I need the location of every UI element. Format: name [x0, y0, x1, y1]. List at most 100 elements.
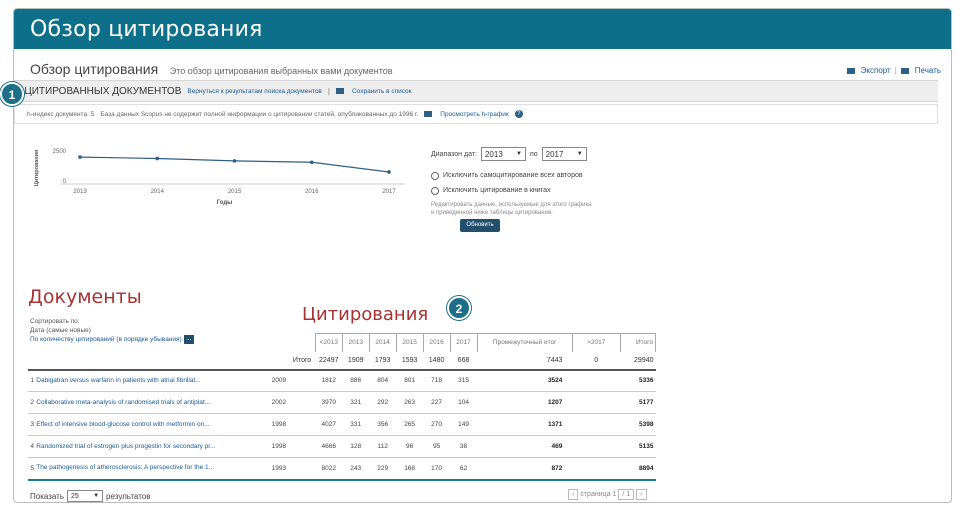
col-header: 2015	[395, 333, 424, 352]
subtotal-cell: 1207	[477, 391, 573, 414]
callout-badge-2: 2	[447, 296, 471, 320]
total-cell: 1793	[369, 351, 397, 371]
results-label: результатов	[106, 491, 151, 501]
x-tick-label: 2014	[151, 189, 165, 195]
print-link[interactable]: Печать	[915, 66, 941, 75]
value-cell: 95	[423, 435, 451, 458]
value-cell: 331	[342, 413, 370, 436]
data-point	[387, 170, 391, 174]
col-header: 2016	[422, 333, 451, 352]
year-cell: 1998	[269, 435, 316, 458]
y-axis-label: Цитирования	[34, 150, 40, 186]
title-bar: Обзор цитирования	[14, 9, 951, 49]
chevron-down-icon: ▼	[576, 151, 583, 157]
from-year-select[interactable]: 2013 ▼	[480, 147, 526, 161]
save-to-list-link[interactable]: Сохранить в список	[352, 88, 412, 95]
exclude-self-label: Исключить самоцитирование всех авторов	[443, 172, 583, 179]
value-cell: 1812	[315, 369, 343, 392]
value-cell: 718	[423, 369, 451, 392]
after-cell	[572, 369, 621, 392]
after-cell	[572, 391, 621, 414]
value-cell: 315	[450, 369, 477, 392]
h-graph-icon	[424, 111, 433, 117]
radio-icon[interactable]	[431, 172, 439, 180]
value-cell: 227	[423, 391, 451, 414]
value-cell: 8022	[315, 457, 343, 481]
table-row: 1 Dabigatran versus warfarin in patients…	[28, 369, 656, 392]
chart-controls: Диапазон дат: 2013 ▼ по 2017 ▼ Исключить с…	[431, 147, 611, 232]
value-cell: 4027	[315, 413, 343, 436]
page-subtitle: Это обзор цитирования выбранных вами док…	[169, 66, 393, 76]
document-title-link[interactable]: Randomized trial of estrogen plus proges…	[36, 435, 270, 458]
show-label: Показать	[30, 491, 65, 501]
exclude-self-option[interactable]: Исключить самоцитирование всех авторов	[431, 171, 611, 180]
update-button[interactable]: Обновить	[460, 219, 500, 232]
value-cell: 62	[450, 457, 477, 481]
back-to-results-link[interactable]: Вернуться к результатам поиска документо…	[187, 88, 322, 95]
value-cell: 128	[342, 435, 370, 458]
page-size-control: Показать 25 ▼ результатов	[30, 490, 150, 502]
document-title-link[interactable]: Dabigatran versus warfarin in patients w…	[36, 369, 270, 392]
chevron-down-icon: ▼	[516, 151, 522, 157]
documents-bar: 5 ЦИТИРОВАННЫХ ДОКУМЕНТОВ Вернуться к ре…	[14, 80, 938, 102]
to-year-select[interactable]: 2017 ▼	[541, 147, 587, 161]
y-tick-label: 2500	[53, 149, 67, 155]
prev-page-button[interactable]: ‹	[568, 489, 579, 500]
exclude-books-option[interactable]: Исключить цитирование в книгах	[431, 186, 611, 195]
date-range-label: Диапазон дат:	[431, 150, 477, 158]
subtotal-cell: 469	[477, 435, 573, 458]
save-icon	[335, 88, 344, 94]
info-bar: h-индекс документа: 5 База данных Scopus…	[14, 104, 938, 124]
value-cell: 801	[396, 369, 424, 392]
row-number: 4	[28, 435, 37, 458]
h-graph-link[interactable]: Просмотреть h-график	[440, 111, 508, 118]
page-indicator: страница 1	[580, 491, 617, 498]
col-header: 2014	[368, 333, 397, 352]
year-cell: 1993	[269, 457, 316, 481]
documents-heading: Документы	[28, 286, 142, 308]
next-page-button[interactable]: ›	[636, 489, 647, 500]
table-row: 4 Randomized trial of estrogen plus prog…	[28, 435, 656, 458]
value-cell: 170	[423, 457, 451, 481]
sort-label: Сортировать по:	[30, 318, 80, 325]
divider: |	[894, 66, 897, 75]
page-title: Обзор цитирования	[30, 61, 159, 77]
page-total: / 1	[618, 489, 635, 500]
after-cell	[572, 435, 621, 458]
pagination: ‹ страница 1 / 1 ›	[568, 489, 647, 500]
scopus-note: База данных Scopus не содержит полной ин…	[100, 110, 419, 118]
data-point	[309, 160, 314, 165]
value-cell: 886	[342, 369, 370, 392]
document-title-link[interactable]: Collaborative meta-analysis of randomise…	[36, 391, 270, 414]
h-index-text: h-индекс документа: 5	[27, 110, 95, 118]
to-year-value: 2017	[545, 149, 564, 159]
page-size-value: 25	[71, 492, 79, 500]
total-cell: 1593	[396, 351, 424, 371]
value-cell: 229	[369, 457, 397, 481]
x-tick-label: 2017	[382, 189, 396, 195]
table-row: 3 Effect of intensive blood-glucose cont…	[28, 413, 656, 436]
help-icon[interactable]: ?	[514, 110, 523, 118]
total-cell: 0	[572, 351, 621, 371]
col-header: 2013	[341, 333, 370, 352]
table-header-row: <2013 2013 2014 2015 2016 2017 Промежуто…	[28, 333, 657, 352]
value-cell: 38	[450, 435, 477, 458]
citations-table: <2013 2013 2014 2015 2016 2017 Промежуто…	[28, 333, 657, 481]
cited-count: 5 ЦИТИРОВАННЫХ ДОКУМЕНТОВ	[16, 85, 182, 97]
table-row: 5 The pathogenesis of atherosclerosis: A…	[28, 457, 656, 481]
year-cell: 1998	[269, 413, 316, 436]
value-cell: 149	[450, 413, 477, 436]
subtotal-cell: 872	[477, 457, 573, 481]
page-size-select[interactable]: 25 ▼	[67, 490, 104, 502]
total-cell: 1909	[342, 351, 370, 371]
row-total-cell: 5177	[620, 391, 656, 414]
totals-spacer	[28, 351, 270, 371]
row-total-cell: 5398	[620, 413, 656, 436]
document-title-link[interactable]: The pathogenesis of atherosclerosis: A p…	[36, 457, 270, 481]
citations-heading: Цитирования	[302, 304, 429, 325]
document-title-link[interactable]: Effect of intensive blood-glucose contro…	[36, 413, 270, 436]
radio-icon[interactable]	[431, 187, 439, 195]
value-cell: 112	[369, 435, 397, 458]
top-actions: Экспорт | Печать	[846, 66, 941, 75]
export-link[interactable]: Экспорт	[861, 66, 891, 75]
